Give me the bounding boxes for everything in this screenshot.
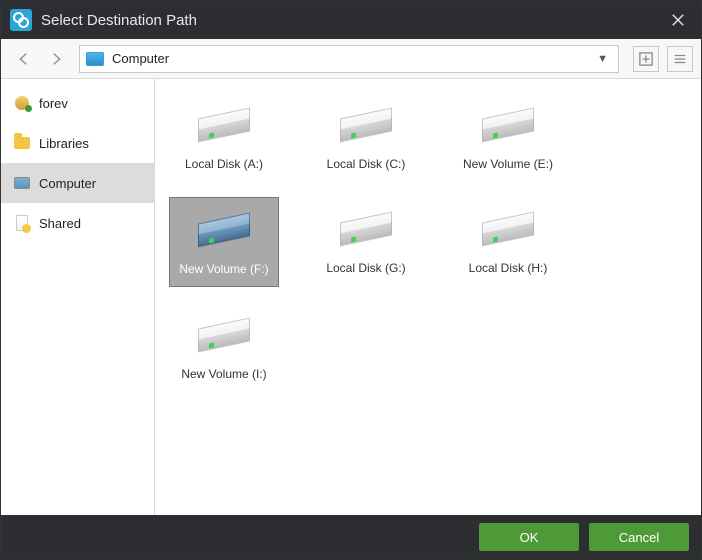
sidebar-item-label: forev [39,96,68,111]
disk-icon [194,103,254,147]
drive-item[interactable]: Local Disk (H:) [453,197,563,287]
disk-icon [194,313,254,357]
content-area: forev Libraries Computer Shared Local Di… [1,79,701,515]
disk-icon [478,103,538,147]
drive-item[interactable]: New Volume (E:) [453,93,563,181]
disk-icon [194,208,254,252]
sidebar-item-libraries[interactable]: Libraries [1,123,154,163]
sidebar-item-user[interactable]: forev [1,83,154,123]
view-list-button[interactable] [667,46,693,72]
drive-label: Local Disk (G:) [326,261,405,275]
sidebar: forev Libraries Computer Shared [1,79,155,515]
cancel-button[interactable]: Cancel [589,523,689,551]
computer-icon [86,52,104,66]
sidebar-item-label: Shared [39,216,81,231]
disk-icon [336,103,396,147]
new-folder-button[interactable] [633,46,659,72]
drive-item[interactable]: Local Disk (G:) [311,197,421,287]
nav-bar: Computer ▼ [1,39,701,79]
arrow-left-icon [15,50,33,68]
close-icon [671,13,685,27]
drive-item[interactable]: Local Disk (A:) [169,93,279,181]
sidebar-item-computer[interactable]: Computer [1,163,154,203]
disk-icon [336,207,396,251]
drive-label: New Volume (E:) [463,157,553,171]
folder-icon [13,134,31,152]
nav-forward-button[interactable] [41,44,71,74]
shared-icon [13,214,31,232]
sidebar-item-shared[interactable]: Shared [1,203,154,243]
disk-icon [478,207,538,251]
window-title: Select Destination Path [41,12,655,29]
user-icon [13,94,31,112]
list-icon [673,52,687,66]
drive-item-selected[interactable]: New Volume (F:) [169,197,279,287]
app-icon [10,9,32,31]
drive-label: New Volume (F:) [179,262,268,276]
plus-icon [639,52,653,66]
ok-button[interactable]: OK [479,523,579,551]
sidebar-item-label: Libraries [39,136,89,151]
drive-label: Local Disk (A:) [185,157,263,171]
computer-icon [13,174,31,192]
close-button[interactable] [655,1,701,39]
drive-grid: Local Disk (A:) Local Disk (C:) New Volu… [155,79,701,515]
drive-label: New Volume (I:) [181,367,266,381]
title-bar: Select Destination Path [1,1,701,39]
drive-item[interactable]: New Volume (I:) [169,303,279,391]
chevron-down-icon[interactable]: ▼ [593,53,612,65]
arrow-right-icon [47,50,65,68]
drive-item[interactable]: Local Disk (C:) [311,93,421,181]
path-label: Computer [112,51,593,66]
path-bar[interactable]: Computer ▼ [79,45,619,73]
nav-back-button[interactable] [9,44,39,74]
sidebar-item-label: Computer [39,176,96,191]
drive-label: Local Disk (H:) [469,261,548,275]
footer-bar: OK Cancel [1,515,701,559]
drive-label: Local Disk (C:) [327,157,406,171]
